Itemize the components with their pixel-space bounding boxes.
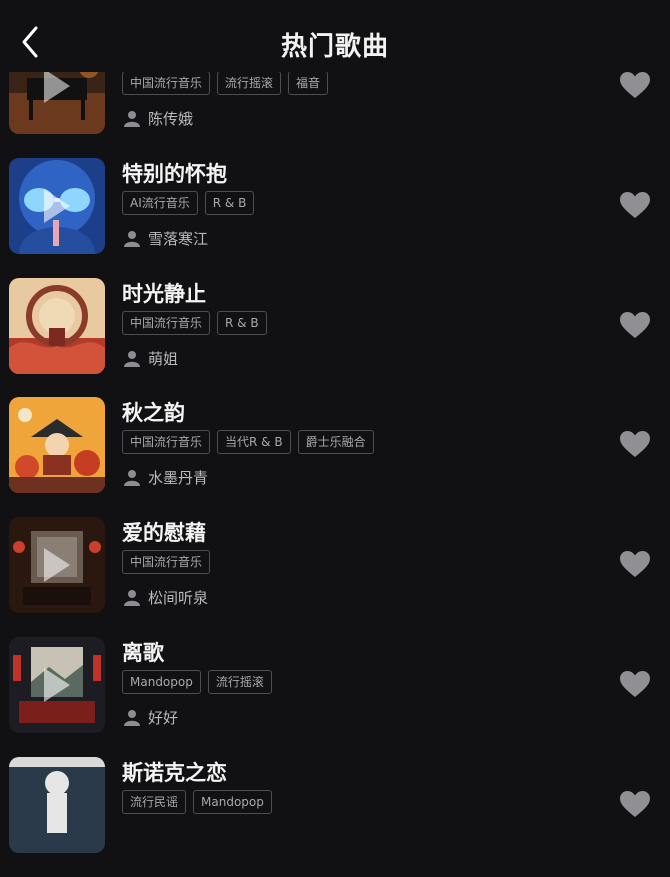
genre-tag[interactable]: 中国流行音乐 xyxy=(122,71,211,95)
album-cover[interactable] xyxy=(9,637,105,733)
heart-icon[interactable] xyxy=(620,671,650,698)
artist-name: 松间听泉 xyxy=(148,588,209,607)
song-row[interactable]: 离歌 Mandopop 流行摇滚 好好 xyxy=(0,637,670,757)
song-title: 斯诺克之恋 xyxy=(122,761,227,785)
genre-tags: 流行民谣 Mandopop xyxy=(122,790,272,814)
user-icon xyxy=(124,469,140,486)
album-cover[interactable] xyxy=(9,158,105,254)
song-title: 特别的怀抱 xyxy=(122,162,227,186)
user-icon xyxy=(124,589,140,606)
play-icon xyxy=(44,69,70,103)
genre-tag[interactable]: 中国流行音乐 xyxy=(122,311,211,335)
album-cover[interactable] xyxy=(9,757,105,853)
artist[interactable]: 陈传娥 xyxy=(124,108,193,128)
heart-icon[interactable] xyxy=(620,312,650,339)
genre-tags: Mandopop 流行摇滚 xyxy=(122,670,272,694)
genre-tag[interactable]: R & B xyxy=(204,191,255,215)
play-icon xyxy=(44,548,70,582)
artist-name: 雪落寒江 xyxy=(148,229,209,248)
play-icon xyxy=(44,668,70,702)
genre-tags: 中国流行音乐 流行摇滚 福音 xyxy=(122,71,329,95)
genre-tag[interactable]: 爵士乐融合 xyxy=(297,430,374,454)
heart-icon[interactable] xyxy=(620,551,650,578)
page-title: 热门歌曲 xyxy=(280,32,389,62)
user-icon xyxy=(124,110,140,127)
genre-tags: 中国流行音乐 R & B xyxy=(122,311,267,335)
artist[interactable]: 萌姐 xyxy=(124,348,178,368)
heart-icon[interactable] xyxy=(620,791,650,818)
song-list: 中国流行音乐 流行摇滚 福音 陈传娥 特别的怀抱 AI流行音乐 R & B 雪落… xyxy=(0,0,670,853)
genre-tag[interactable]: Mandopop xyxy=(193,790,272,814)
user-icon xyxy=(124,230,140,247)
genre-tag[interactable]: 中国流行音乐 xyxy=(122,550,211,574)
genre-tag[interactable]: 流行摇滚 xyxy=(207,670,272,694)
song-row[interactable]: 爱的慰藉 中国流行音乐 松间听泉 xyxy=(0,517,670,637)
artist[interactable]: 好好 xyxy=(124,707,178,727)
song-title: 爱的慰藉 xyxy=(122,521,206,545)
song-row[interactable]: 时光静止 中国流行音乐 R & B 萌姐 xyxy=(0,278,670,398)
artist-name: 萌姐 xyxy=(148,349,179,368)
heart-icon[interactable] xyxy=(620,431,650,458)
song-row[interactable]: 秋之韵 中国流行音乐 当代R & B 爵士乐融合 水墨丹青 xyxy=(0,397,670,517)
user-icon xyxy=(124,709,140,726)
genre-tags: 中国流行音乐 当代R & B 爵士乐融合 xyxy=(122,430,374,454)
artist[interactable]: 松间听泉 xyxy=(124,587,208,607)
album-cover[interactable] xyxy=(9,517,105,613)
artist[interactable]: 水墨丹青 xyxy=(124,467,208,487)
genre-tags: AI流行音乐 R & B xyxy=(122,191,255,215)
song-title: 离歌 xyxy=(122,641,164,665)
header-bar: 热门歌曲 xyxy=(0,0,670,72)
heart-icon[interactable] xyxy=(620,72,650,99)
genre-tag[interactable]: 中国流行音乐 xyxy=(122,430,211,454)
genre-tags: 中国流行音乐 xyxy=(122,550,211,574)
album-cover[interactable] xyxy=(9,278,105,374)
genre-tag[interactable]: 福音 xyxy=(288,71,329,95)
song-row[interactable]: 特别的怀抱 AI流行音乐 R & B 雪落寒江 xyxy=(0,158,670,278)
song-title: 时光静止 xyxy=(122,282,206,306)
genre-tag[interactable]: Mandopop xyxy=(122,670,201,694)
song-title: 秋之韵 xyxy=(122,401,185,425)
heart-icon[interactable] xyxy=(620,192,650,219)
artist-name: 陈传娥 xyxy=(148,109,194,128)
album-cover[interactable] xyxy=(9,397,105,493)
artist[interactable]: 雪落寒江 xyxy=(124,228,208,248)
genre-tag[interactable]: 当代R & B xyxy=(217,430,291,454)
genre-tag[interactable]: R & B xyxy=(217,311,267,335)
artist-name: 水墨丹青 xyxy=(148,468,209,487)
artist-name: 好好 xyxy=(148,708,179,727)
song-row[interactable]: 斯诺克之恋 流行民谣 Mandopop xyxy=(0,757,670,877)
genre-tag[interactable]: 流行摇滚 xyxy=(217,71,282,95)
user-icon xyxy=(124,350,140,367)
genre-tag[interactable]: AI流行音乐 xyxy=(122,191,198,215)
genre-tag[interactable]: 流行民谣 xyxy=(122,790,187,814)
play-icon xyxy=(44,189,70,223)
